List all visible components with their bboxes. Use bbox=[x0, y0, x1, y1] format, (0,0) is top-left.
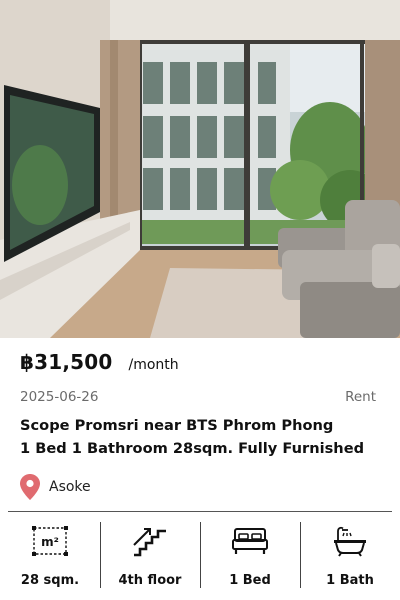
listing-location: Asoke bbox=[20, 474, 91, 500]
bed-icon bbox=[231, 524, 269, 558]
feature-floor: 4th floor bbox=[100, 520, 200, 592]
feature-beds: 1 Bed bbox=[200, 520, 300, 592]
feature-size: m² 28 sqm. bbox=[0, 520, 100, 592]
map-pin-icon bbox=[20, 474, 40, 500]
feature-size-label: 28 sqm. bbox=[20, 573, 80, 588]
price: ฿31,500 bbox=[20, 350, 113, 374]
listing-title-line2: 1 Bed 1 Bathroom 28sqm. Fully Furnished bbox=[20, 440, 365, 457]
listing-title-line1: Scope Promsri near BTS Phrom Phong bbox=[20, 417, 334, 434]
area-icon: m² bbox=[32, 524, 68, 558]
listing-photo[interactable] bbox=[0, 0, 400, 338]
meta-row: 2025-06-26 Rent bbox=[20, 388, 376, 406]
feature-beds-label: 1 Bed bbox=[229, 573, 271, 588]
price-row: ฿31,500 /month bbox=[20, 350, 380, 382]
listing-type: Rent bbox=[345, 389, 376, 405]
listing-date: 2025-06-26 bbox=[20, 389, 99, 405]
stairs-icon bbox=[132, 524, 168, 558]
feature-baths: 1 Bath bbox=[300, 520, 400, 592]
divider bbox=[8, 511, 392, 512]
listing-title[interactable]: Scope Promsri near BTS Phrom Phong 1 Bed… bbox=[20, 414, 390, 460]
area-icon-text: m² bbox=[41, 535, 59, 549]
price-period: /month bbox=[128, 357, 179, 373]
location-label: Asoke bbox=[49, 479, 91, 495]
feature-floor-label: 4th floor bbox=[118, 573, 182, 588]
feature-baths-label: 1 Bath bbox=[326, 573, 374, 588]
bathtub-icon bbox=[332, 524, 368, 558]
features-bar: m² 28 sqm. 4th floor 1 Bed 1 Bath bbox=[0, 520, 400, 592]
